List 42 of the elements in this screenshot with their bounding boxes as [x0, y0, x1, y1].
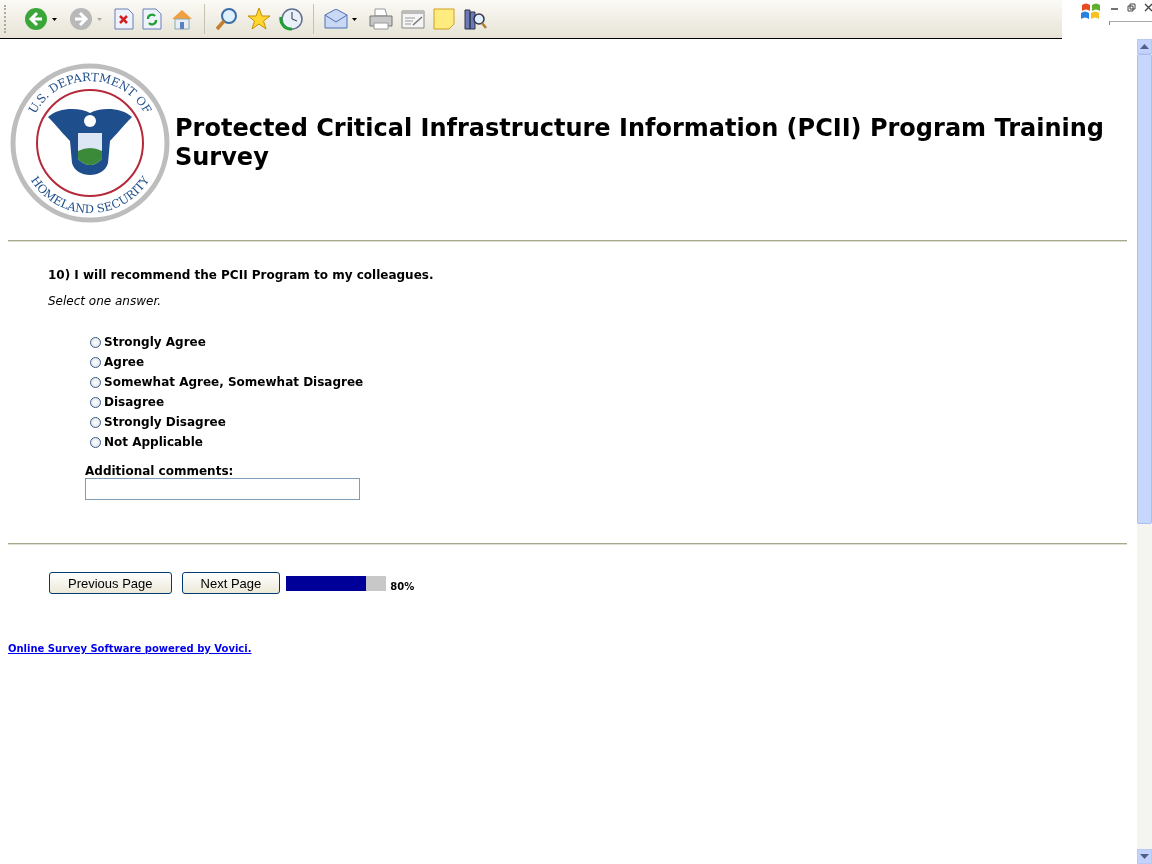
books-magnifier-icon[interactable] [463, 7, 487, 31]
home-icon[interactable] [170, 7, 194, 31]
windows-flag-logo [1080, 2, 1102, 22]
refresh-icon[interactable] [142, 8, 162, 30]
radio-button[interactable] [90, 416, 101, 428]
scroll-down-button[interactable] [1137, 849, 1152, 864]
printer-icon[interactable] [369, 8, 393, 30]
option-label: Agree [104, 355, 145, 369]
radio-button[interactable] [90, 356, 101, 368]
vertical-scrollbar[interactable] [1137, 39, 1152, 864]
option-label: Somewhat Agree, Somewhat Disagree [104, 375, 364, 389]
question-text: 10) I will recommend the PCII Program to my colleagues. [48, 268, 435, 282]
radio-button[interactable] [90, 396, 101, 408]
caret-icon[interactable] [52, 17, 57, 21]
history-clock-icon[interactable] [279, 7, 303, 31]
close-icon[interactable] [1144, 3, 1152, 12]
radio-button[interactable] [90, 336, 101, 348]
caret-icon[interactable] [352, 17, 357, 21]
restore-icon[interactable] [1127, 3, 1136, 12]
stop-icon[interactable] [114, 8, 134, 30]
option-label: Not Applicable [104, 435, 203, 449]
comments-label: Additional comments: [85, 464, 235, 478]
search-icon[interactable] [215, 7, 239, 31]
up-arrow-icon[interactable] [1140, 44, 1149, 49]
star-icon[interactable] [247, 7, 271, 31]
footer-link[interactable]: Online Survey Software powered by Vovici. [8, 643, 252, 654]
option-label: Strongly Disagree [104, 415, 226, 429]
scroll-up-button[interactable] [1137, 39, 1152, 54]
previous-page-button[interactable]: Previous Page [49, 572, 172, 594]
edit-page-icon[interactable] [401, 9, 425, 29]
page-title: Protected Critical Infrastructure Information (PCII) Program Training Survey [175, 114, 1105, 172]
instruction-text: Select one answer. [48, 294, 163, 308]
option-label: Strongly Agree [104, 335, 206, 349]
radio-button[interactable] [90, 436, 101, 448]
option-label: Disagree [104, 395, 165, 409]
radio-button[interactable] [90, 376, 101, 388]
progress-reading: 80% [390, 580, 415, 592]
next-page-button[interactable]: Next Page [181, 572, 281, 594]
mail-icon[interactable] [324, 9, 348, 29]
down-arrow-icon[interactable] [1140, 854, 1149, 859]
scroll-thumb[interactable] [1137, 54, 1152, 524]
comments-field[interactable] [85, 478, 360, 500]
